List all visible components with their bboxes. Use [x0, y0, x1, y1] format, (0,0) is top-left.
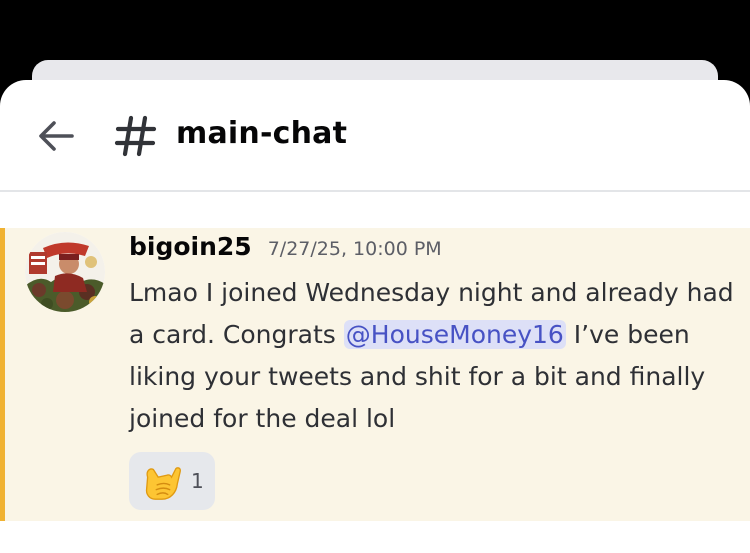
channel-title: main-chat: [176, 116, 348, 151]
app-screen: main-chat bigoin25 7/27/25, 10:00 PM Lma…: [0, 0, 750, 553]
message-text: Lmao I joined Wednesday night and alread…: [129, 272, 739, 440]
channel-header: main-chat: [0, 80, 750, 192]
hash-icon: [114, 115, 157, 157]
user-mention[interactable]: @HouseMoney16: [343, 320, 566, 349]
avatar-image: [25, 232, 105, 312]
arrow-left-icon: [39, 121, 74, 151]
reaction-count: 1: [191, 469, 204, 493]
channel-sheet: main-chat bigoin25 7/27/25, 10:00 PM Lma…: [0, 80, 750, 553]
username[interactable]: bigoin25: [129, 232, 252, 261]
timestamp: 7/27/25, 10:00 PM: [267, 238, 442, 260]
avatar[interactable]: [25, 232, 105, 312]
call-me-hand-emoji-icon: [145, 467, 181, 500]
reaction-button[interactable]: 1: [129, 452, 215, 510]
message-item[interactable]: bigoin25 7/27/25, 10:00 PM Lmao I joined…: [0, 228, 750, 521]
back-button[interactable]: [34, 114, 78, 158]
message-header: bigoin25 7/27/25, 10:00 PM: [129, 232, 442, 272]
